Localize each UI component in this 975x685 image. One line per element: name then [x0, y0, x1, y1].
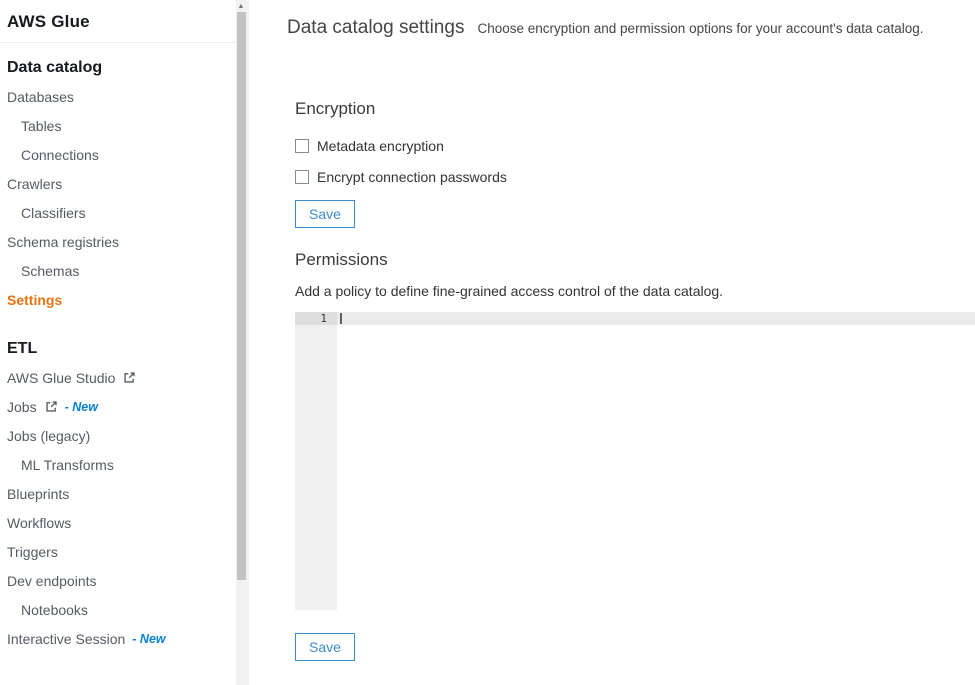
sidebar-item-dev-endpoints[interactable]: Dev endpoints — [0, 566, 236, 595]
new-badge: - New — [132, 632, 165, 646]
scrollbar-up-button[interactable]: ▲ — [236, 0, 246, 12]
sidebar-item-label: Classifiers — [21, 205, 86, 221]
sidebar-item-label: Schemas — [21, 263, 79, 279]
sidebar-item-crawlers[interactable]: Crawlers — [0, 169, 236, 198]
editor-line-number: 1 — [295, 312, 337, 325]
sidebar-item-interactive-session[interactable]: Interactive Session - New — [0, 624, 236, 653]
sidebar-item-schemas[interactable]: Schemas — [0, 256, 236, 285]
permissions-description: Add a policy to define fine-grained acce… — [295, 283, 975, 299]
sidebar-item-classifiers[interactable]: Classifiers — [0, 198, 236, 227]
sidebar-item-blueprints[interactable]: Blueprints — [0, 479, 236, 508]
nav-list-data-catalog: Databases Tables Connections Crawlers Cl… — [0, 82, 236, 314]
sidebar-item-label: Interactive Session — [7, 631, 125, 647]
settings-content: Encryption Metadata encryption Encrypt c… — [252, 98, 975, 661]
sidebar-item-label: Jobs (legacy) — [7, 428, 90, 444]
sidebar-item-workflows[interactable]: Workflows — [0, 508, 236, 537]
sidebar-item-label: Notebooks — [21, 602, 88, 618]
page-header: Data catalog settings Choose encryption … — [252, 0, 975, 40]
sidebar-item-label: Jobs — [7, 399, 37, 415]
sidebar-item-triggers[interactable]: Triggers — [0, 537, 236, 566]
encryption-heading: Encryption — [295, 98, 975, 120]
policy-editor[interactable]: 1 — [295, 312, 975, 610]
sidebar-item-label: Databases — [7, 89, 74, 105]
scroll-up-icon: ▲ — [238, 3, 245, 10]
sidebar-item-label: Dev endpoints — [7, 573, 97, 589]
external-link-icon — [45, 400, 58, 413]
metadata-encryption-checkbox[interactable] — [295, 139, 309, 153]
editor-text-area[interactable] — [337, 312, 975, 610]
sidebar-item-label: Connections — [21, 147, 99, 163]
editor-gutter: 1 — [295, 312, 337, 610]
sidebar-item-connections[interactable]: Connections — [0, 140, 236, 169]
permissions-save-button[interactable]: Save — [295, 633, 355, 661]
new-badge: - New — [65, 400, 98, 414]
section-heading-data-catalog: Data catalog — [0, 53, 236, 82]
sidebar-item-label: Tables — [21, 118, 61, 134]
main-content: Data catalog settings Choose encryption … — [252, 0, 975, 685]
page-title: Data catalog settings — [287, 16, 464, 40]
sidebar-item-databases[interactable]: Databases — [0, 82, 236, 111]
sidebar-item-notebooks[interactable]: Notebooks — [0, 595, 236, 624]
sidebar-item-label: AWS Glue Studio — [7, 370, 115, 386]
sidebar-item-aws-glue-studio[interactable]: AWS Glue Studio — [0, 363, 236, 392]
scrollbar-thumb[interactable] — [237, 12, 246, 580]
page-subtitle: Choose encryption and permission options… — [477, 21, 923, 36]
sidebar: AWS Glue Data catalog Databases Tables C… — [0, 0, 236, 685]
nav-list-etl: AWS Glue Studio Jobs - New Jobs (legacy)… — [0, 363, 236, 653]
sidebar-item-jobs[interactable]: Jobs - New — [0, 392, 236, 421]
sidebar-item-schema-registries[interactable]: Schema registries — [0, 227, 236, 256]
encrypt-passwords-row[interactable]: Encrypt connection passwords — [295, 167, 975, 187]
sidebar-scrollbar[interactable]: ▲ — [236, 0, 249, 685]
sidebar-item-label: Crawlers — [7, 176, 62, 192]
editor-active-line — [337, 312, 975, 325]
external-link-icon — [123, 371, 136, 384]
encrypt-passwords-checkbox[interactable] — [295, 170, 309, 184]
app-title: AWS Glue — [0, 0, 236, 42]
sidebar-item-label: ML Transforms — [21, 457, 114, 473]
sidebar-nav: Data catalog Databases Tables Connection… — [0, 43, 236, 653]
sidebar-item-tables[interactable]: Tables — [0, 111, 236, 140]
sidebar-item-ml-transforms[interactable]: ML Transforms — [0, 450, 236, 479]
sidebar-item-label: Workflows — [7, 515, 71, 531]
metadata-encryption-row[interactable]: Metadata encryption — [295, 136, 975, 156]
sidebar-item-label: Settings — [7, 292, 62, 308]
encryption-save-button[interactable]: Save — [295, 200, 355, 228]
sidebar-item-label: Blueprints — [7, 486, 69, 502]
permissions-heading: Permissions — [295, 249, 975, 271]
section-heading-etl: ETL — [0, 334, 236, 363]
sidebar-item-settings[interactable]: Settings — [0, 285, 236, 314]
sidebar-item-jobs-legacy[interactable]: Jobs (legacy) — [0, 421, 236, 450]
sidebar-item-label: Schema registries — [7, 234, 119, 250]
sidebar-item-label: Triggers — [7, 544, 58, 560]
checkbox-label: Metadata encryption — [317, 138, 444, 154]
checkbox-label: Encrypt connection passwords — [317, 169, 507, 185]
editor-cursor — [340, 313, 342, 324]
